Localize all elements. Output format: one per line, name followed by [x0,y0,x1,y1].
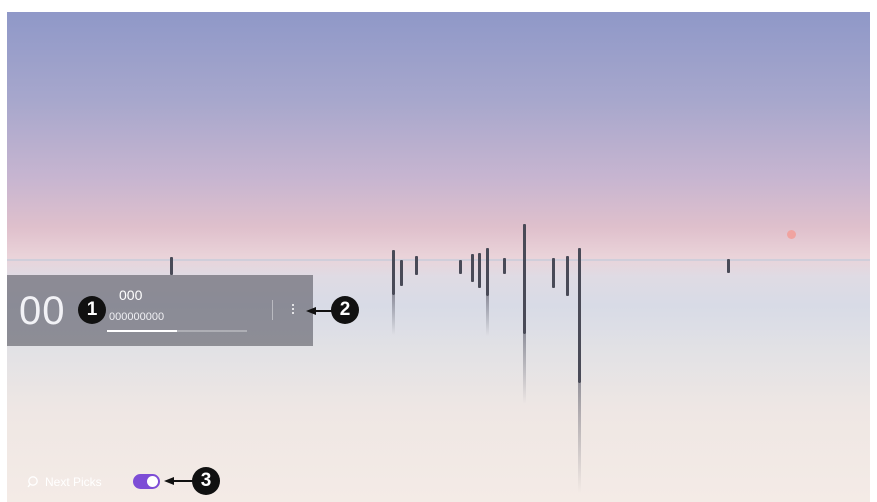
pole [471,254,474,282]
callout-3: 3 [192,467,220,495]
pole-reflection [578,383,581,493]
horizon-line [7,259,870,261]
more-options-button[interactable] [284,297,302,321]
sun [787,230,796,239]
more-vertical-icon [292,304,294,306]
progress-bar [107,330,247,332]
pole [503,258,506,274]
pole [400,260,403,286]
pole [486,248,489,296]
pole [727,259,730,273]
pole [478,253,481,288]
toggle-knob [147,476,158,487]
more-vertical-icon [292,308,294,310]
pole [170,257,173,275]
pole [523,224,526,334]
pole [415,256,418,275]
pole-reflection [392,295,395,335]
next-picks-bar[interactable]: Next Picks [27,474,102,490]
info-title: 000 [119,287,143,303]
callout-2: 2 [331,296,359,324]
info-panel[interactable]: 00 000 000000000 [7,275,313,346]
info-subtitle: 000000000 [109,311,165,323]
pole [552,258,555,288]
next-picks-toggle[interactable] [133,474,160,489]
tv-screen: 00 000 000000000 Next Picks [7,12,870,502]
progress-fill [107,330,177,332]
next-picks-label: Next Picks [45,475,102,489]
more-vertical-icon [292,312,294,314]
callout-arrow-line [172,480,194,482]
pole-reflection [486,296,489,336]
callout-1: 1 [78,296,106,324]
divider [272,300,273,320]
search-icon [27,476,38,488]
pole [578,248,581,383]
pole [392,250,395,295]
pole [566,256,569,296]
pole [459,260,462,274]
clock-display: 00 [19,289,66,333]
pole-reflection [523,334,526,404]
